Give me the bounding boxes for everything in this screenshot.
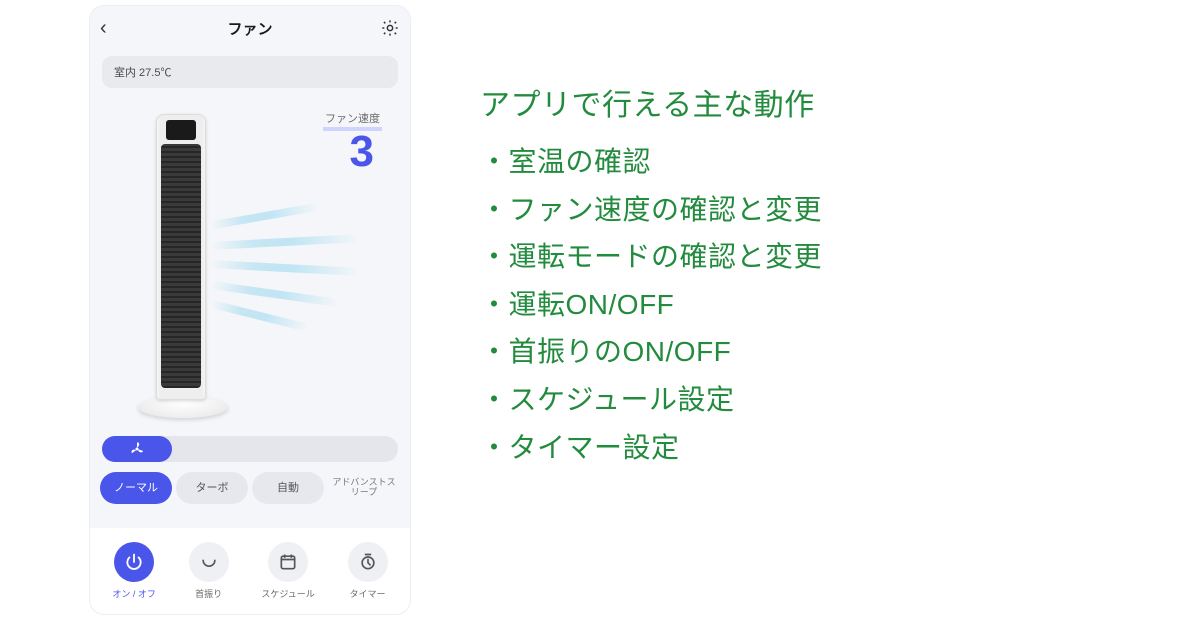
air-flow-graphic	[210, 212, 360, 322]
fan-icon	[128, 440, 146, 458]
bottom-toolbar: オン / オフ 首振り スケジュール	[90, 528, 410, 614]
power-icon	[114, 542, 154, 582]
toolbar-power[interactable]: オン / オフ	[112, 542, 156, 600]
toolbar-swing[interactable]: 首振り	[189, 542, 229, 600]
feature-item: 首振りのON/OFF	[480, 328, 822, 376]
feature-list: アプリで行える主な動作 室温の確認 ファン速度の確認と変更 運転モードの確認と変…	[480, 80, 822, 471]
gear-icon[interactable]	[380, 18, 400, 38]
feature-item: 室温の確認	[480, 138, 822, 186]
room-temp-text: 室内 27.5℃	[114, 64, 171, 80]
fan-speed-slider[interactable]	[102, 436, 398, 462]
mode-turbo[interactable]: ターボ	[176, 472, 248, 504]
feature-item: スケジュール設定	[480, 376, 822, 424]
toolbar-swing-label: 首振り	[195, 587, 222, 600]
swing-icon	[189, 542, 229, 582]
feature-item: タイマー設定	[480, 424, 822, 472]
mode-auto[interactable]: 自動	[252, 472, 324, 504]
feature-heading: アプリで行える主な動作	[480, 80, 822, 124]
calendar-icon	[268, 542, 308, 582]
mode-advanced-sleep[interactable]: アドバンストスリープ	[328, 472, 400, 504]
back-icon[interactable]: ‹	[100, 18, 107, 38]
app-header: ‹ ファン	[90, 6, 410, 50]
page-title: ファン	[227, 18, 272, 39]
mode-normal[interactable]: ノーマル	[100, 472, 172, 504]
feature-item: 運転ON/OFF	[480, 281, 822, 329]
mode-row: ノーマル ターボ 自動 アドバンストスリープ	[100, 472, 400, 504]
toolbar-schedule[interactable]: スケジュール	[261, 542, 314, 600]
fan-illustration	[138, 114, 228, 424]
toolbar-power-label: オン / オフ	[112, 587, 156, 600]
fan-speed-value: 3	[350, 130, 374, 174]
toolbar-timer[interactable]: タイマー	[348, 542, 388, 600]
fan-visual-area: ファン速度 3	[90, 92, 410, 432]
timer-icon	[348, 542, 388, 582]
fan-speed-slider-knob[interactable]	[102, 436, 172, 462]
toolbar-timer-label: タイマー	[350, 587, 386, 600]
toolbar-schedule-label: スケジュール	[261, 587, 314, 600]
feature-item: 運転モードの確認と変更	[480, 233, 822, 281]
feature-item: ファン速度の確認と変更	[480, 186, 822, 234]
phone-screenshot: ‹ ファン 室内 27.5℃ ファン速度 3	[90, 6, 410, 614]
room-temp-pill: 室内 27.5℃	[102, 56, 398, 88]
